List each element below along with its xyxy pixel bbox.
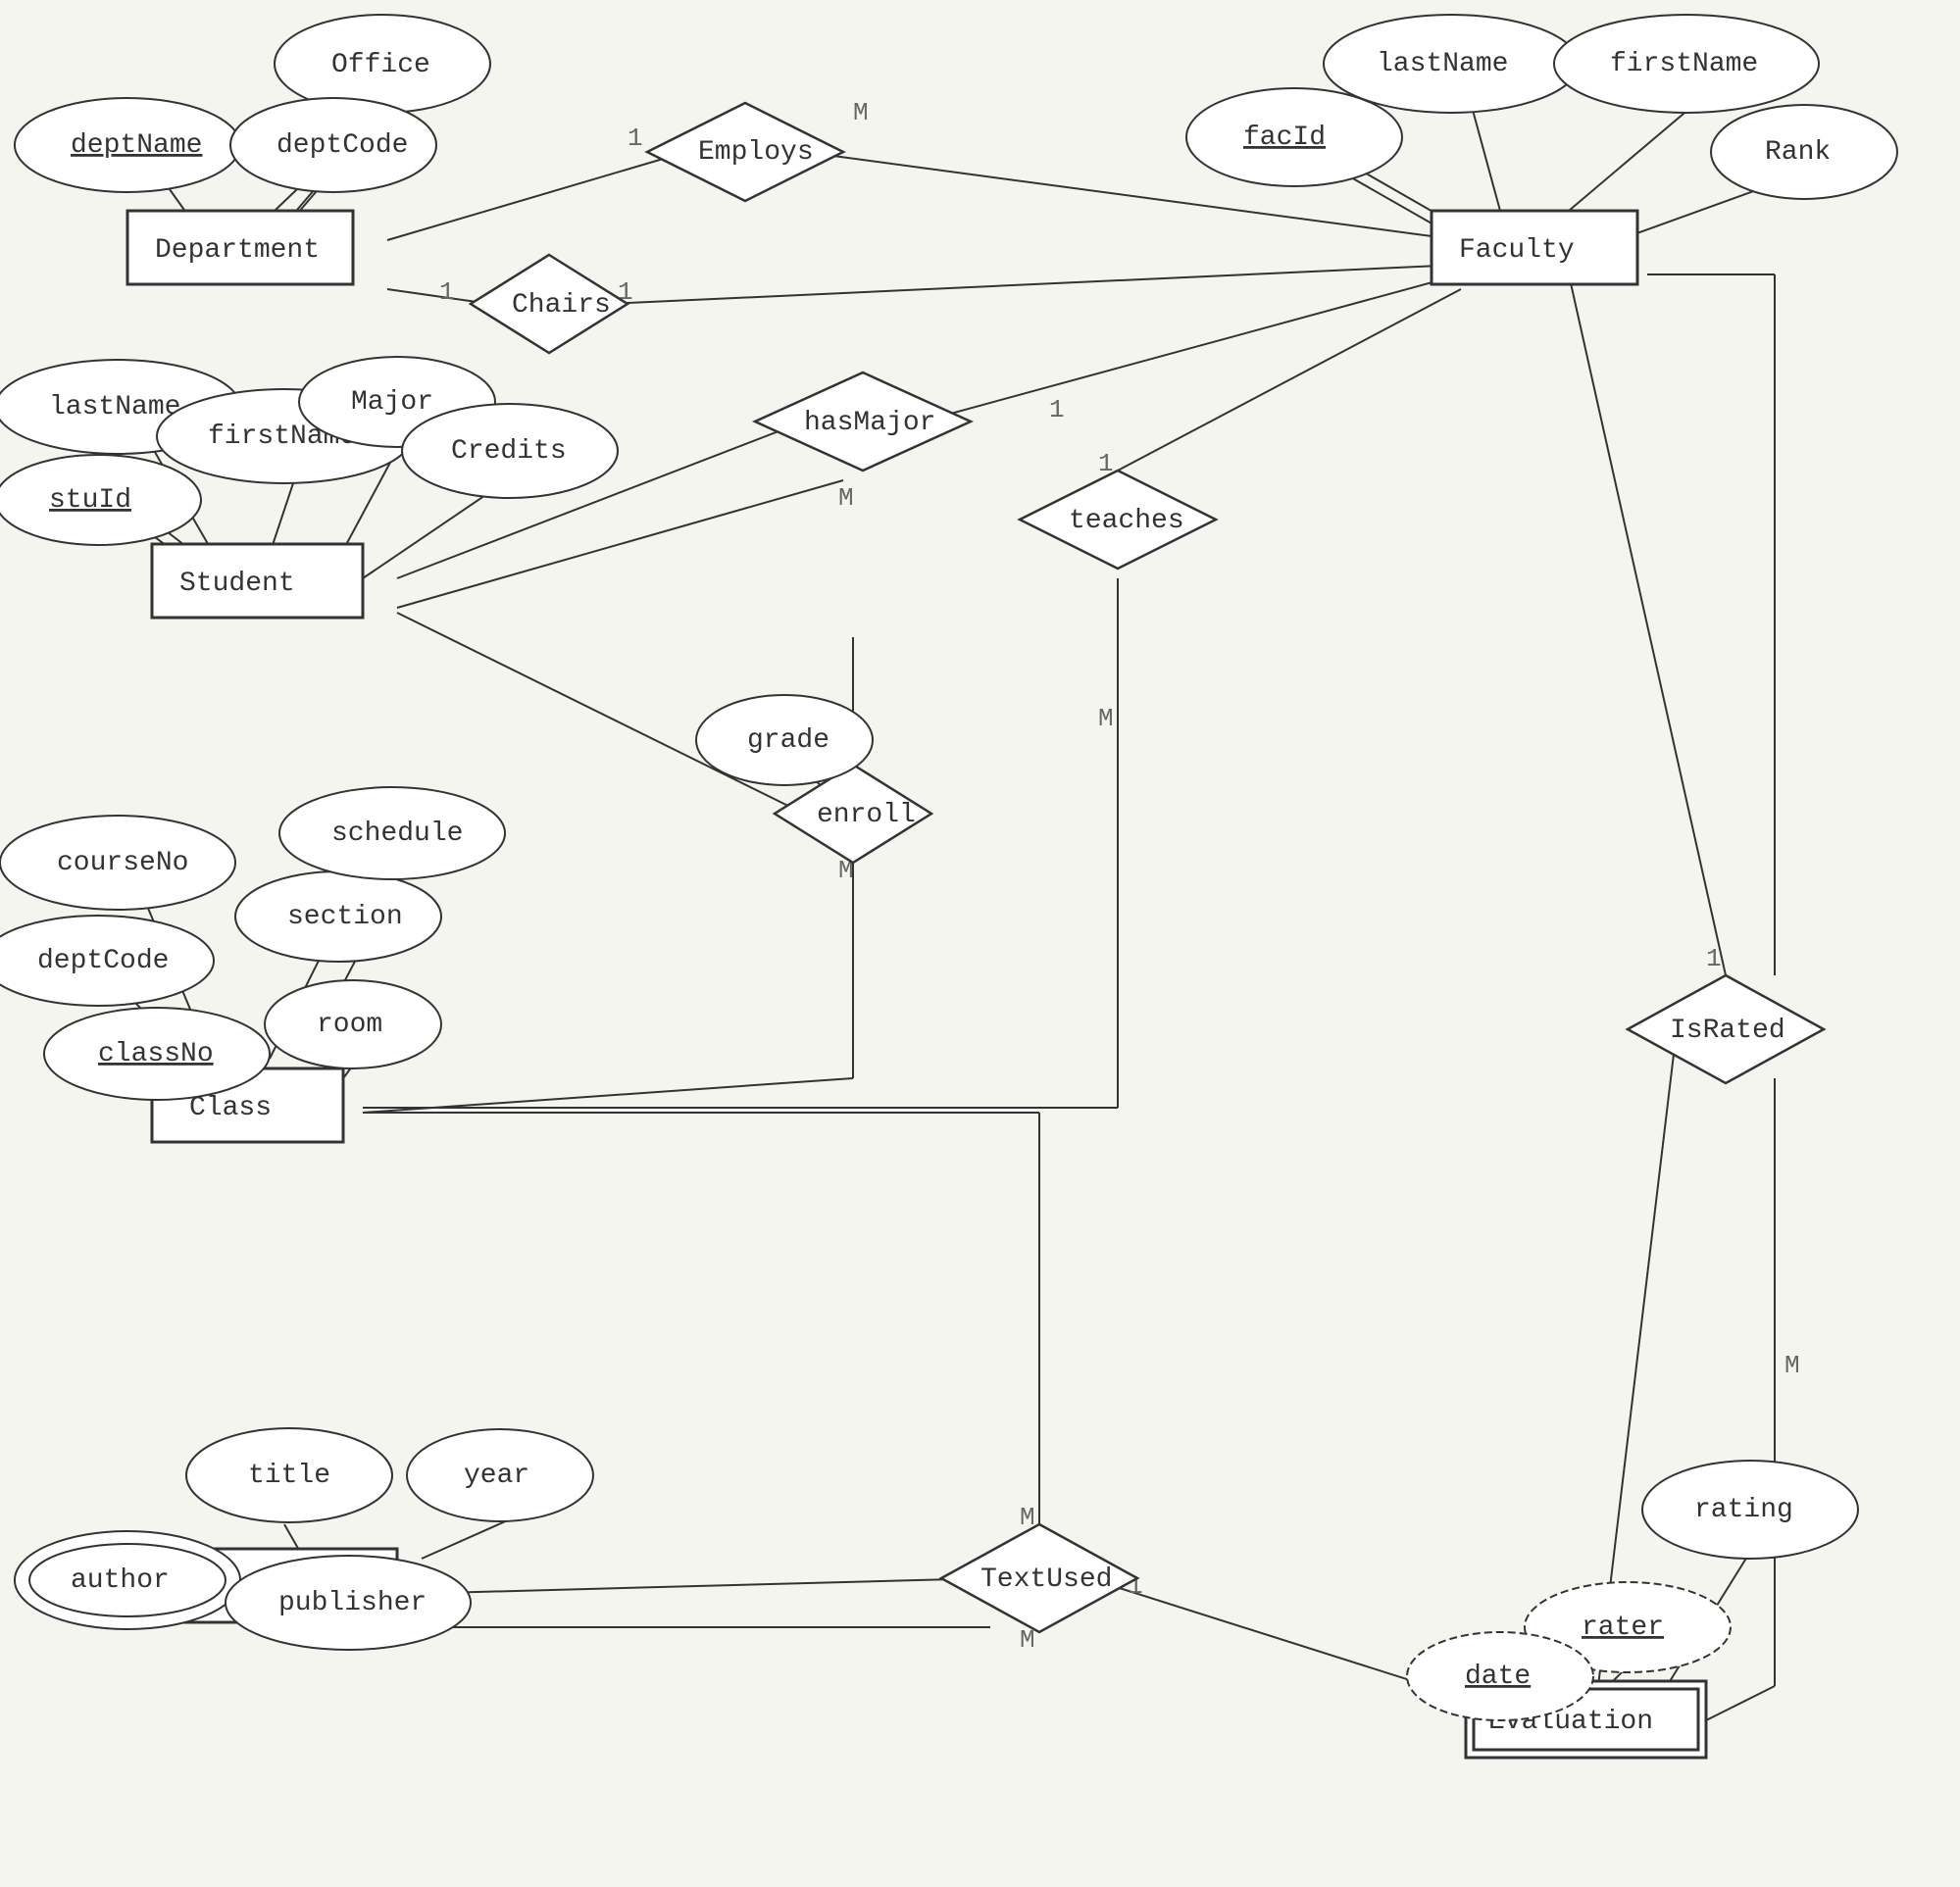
attr-courseno-label: courseNo	[57, 848, 188, 878]
attr-date-label: date	[1465, 1662, 1531, 1692]
multiplicity-israted-m: M	[1784, 1351, 1800, 1380]
attr-rating-label: rating	[1694, 1495, 1793, 1525]
attr-title-label: title	[248, 1461, 330, 1491]
attr-schedule-label: schedule	[331, 819, 463, 849]
attr-lastname-fac-label: lastName	[1377, 49, 1508, 79]
attr-section-label: section	[287, 902, 403, 932]
multiplicity-israted-1: 1	[1706, 944, 1722, 973]
entity-class-label: Class	[189, 1093, 272, 1123]
attr-year-label: year	[464, 1461, 529, 1491]
attr-author-label: author	[71, 1565, 170, 1596]
attr-office-label: Office	[331, 50, 430, 80]
attr-lastname-stu-label: lastName	[49, 392, 180, 422]
entity-faculty-label: Faculty	[1459, 235, 1575, 266]
entity-student-label: Student	[179, 569, 295, 599]
attr-grade-label: grade	[747, 725, 829, 756]
multiplicity-teaches-m: M	[1098, 704, 1114, 733]
multiplicity-hasmajor-1: 1	[1049, 395, 1065, 424]
attr-room-label: room	[317, 1010, 382, 1040]
attr-credits-label: Credits	[451, 436, 567, 467]
attr-deptname-label: deptName	[71, 130, 202, 161]
relation-israted-label: IsRated	[1670, 1016, 1785, 1046]
relation-chairs-label: Chairs	[512, 290, 611, 321]
relation-enroll-label: enroll	[817, 800, 916, 830]
attr-rater-label: rater	[1582, 1613, 1664, 1643]
relation-teaches-label: teaches	[1069, 506, 1184, 536]
attr-publisher-label: publisher	[278, 1588, 427, 1618]
attr-deptcode-label: deptCode	[276, 130, 408, 161]
entity-department-label: Department	[155, 235, 320, 266]
multiplicity-hasmajor-m: M	[838, 483, 854, 513]
multiplicity-employs-1: 1	[628, 124, 643, 153]
er-diagram: 1 M 1 1 1 M 1 M M M M 1 M 1 M Employs Ch…	[0, 0, 1960, 1887]
attr-rank-label: Rank	[1765, 137, 1831, 168]
attr-firstname-fac-label: firstName	[1610, 49, 1758, 79]
attr-major-label: Major	[351, 387, 433, 418]
attr-classno-label: classNo	[98, 1039, 214, 1069]
attr-stuid-label: stuId	[49, 485, 131, 516]
multiplicity-chairs-1a: 1	[439, 277, 455, 307]
multiplicity-employs-m: M	[853, 98, 869, 127]
relation-employs-label: Employs	[698, 137, 814, 168]
relation-textused-label: TextUsed	[980, 1564, 1112, 1595]
attr-facid-label: facId	[1243, 123, 1326, 153]
attr-deptcode2-label: deptCode	[37, 946, 169, 976]
relation-hasmajor-label: hasMajor	[804, 408, 935, 438]
